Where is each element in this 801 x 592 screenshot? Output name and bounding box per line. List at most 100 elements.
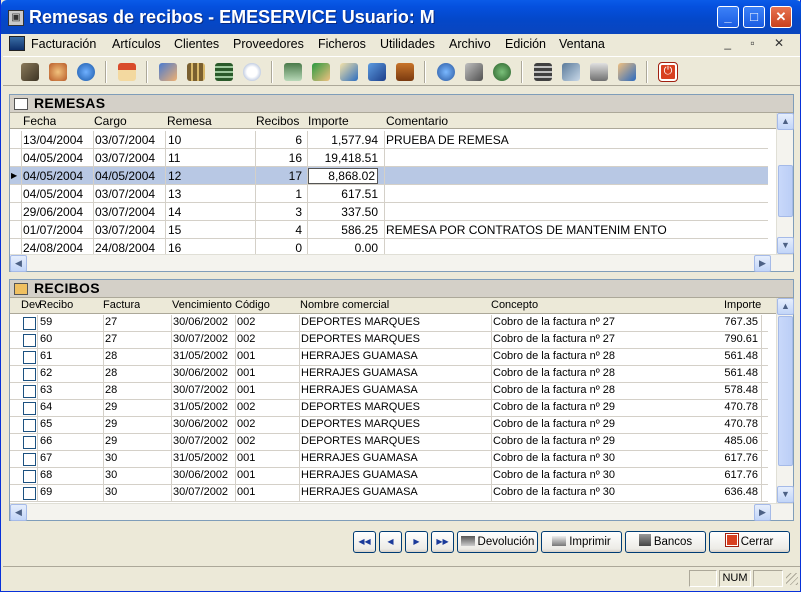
cell-cargo[interactable]: 03/07/2004 — [95, 223, 161, 237]
menu-ventana[interactable]: Ventana — [559, 37, 605, 51]
cell-recibo[interactable]: 61 — [40, 350, 96, 362]
cell-recibo[interactable]: 64 — [40, 401, 96, 413]
cell-concepto[interactable]: Cobro de la factura nº 29 — [493, 435, 719, 447]
devolucion-button[interactable]: Devolución — [457, 531, 538, 553]
cell-concepto[interactable]: Cobro de la factura nº 28 — [493, 384, 719, 396]
cell-concepto[interactable]: Cobro de la factura nº 30 — [493, 469, 719, 481]
printer-globe-icon[interactable] — [490, 60, 514, 84]
cell-recibo[interactable]: 67 — [40, 452, 96, 464]
cell-factura[interactable]: 29 — [105, 418, 167, 430]
cell-fecha[interactable]: 29/06/2004 — [23, 205, 87, 219]
cell-venc[interactable]: 31/05/2002 — [173, 452, 229, 464]
dev-checkbox[interactable] — [23, 470, 36, 483]
remesas-hscroll[interactable]: ◀ ▶ — [10, 254, 793, 272]
cell-importe[interactable]: 561.48 — [700, 367, 758, 379]
dev-checkbox[interactable] — [23, 487, 36, 500]
cell-comentario[interactable]: PRUEBA DE REMESA — [386, 133, 762, 147]
table-row[interactable]: 68 30 30/06/2002 001 HERRAJES GUAMASA Cobro d… — [10, 468, 768, 485]
col-concepto[interactable]: Concepto — [491, 299, 538, 311]
cerrar-button[interactable]: Cerrar — [709, 531, 790, 553]
cell-recibo[interactable]: 69 — [40, 486, 96, 498]
cell-factura[interactable]: 27 — [105, 316, 167, 328]
col-factura[interactable]: Factura — [103, 299, 140, 311]
table-row[interactable]: 24/08/2004 24/08/2004 16 0 0.00 — [10, 239, 768, 255]
cell-codigo[interactable]: 001 — [237, 452, 293, 464]
cell-factura[interactable]: 28 — [105, 384, 167, 396]
dev-checkbox[interactable] — [23, 453, 36, 466]
col-remesa[interactable]: Remesa — [167, 114, 212, 128]
cell-concepto[interactable]: Cobro de la factura nº 28 — [493, 350, 719, 362]
cell-recibo[interactable]: 63 — [40, 384, 96, 396]
cell-recibo[interactable]: 62 — [40, 367, 96, 379]
cell-codigo[interactable]: 002 — [237, 435, 293, 447]
people-icon[interactable] — [156, 60, 180, 84]
dev-checkbox[interactable] — [23, 419, 36, 432]
cell-importe[interactable]: 19,418.51 — [308, 151, 378, 165]
cell-recibo[interactable]: 59 — [40, 316, 96, 328]
cell-importe[interactable]: 1,577.94 — [308, 133, 378, 147]
recibos-grid[interactable]: 59 27 30/06/2002 002 DEPORTES MARQUES Cobro d… — [10, 315, 776, 503]
first-record-button[interactable]: ◀◀ — [353, 531, 376, 553]
cell-fecha[interactable]: 04/05/2004 — [23, 169, 87, 183]
cell-codigo[interactable]: 002 — [237, 418, 293, 430]
cell-concepto[interactable]: Cobro de la factura nº 30 — [493, 486, 719, 498]
calculator-icon[interactable] — [212, 60, 236, 84]
dev-checkbox[interactable] — [23, 385, 36, 398]
print-preview-icon[interactable] — [281, 60, 305, 84]
next-record-button[interactable]: ▶ — [405, 531, 428, 553]
cell-codigo[interactable]: 002 — [237, 333, 293, 345]
col-importe[interactable]: Importe — [724, 299, 761, 311]
cell-venc[interactable]: 31/05/2002 — [173, 350, 229, 362]
cell-importe[interactable]: 337.50 — [308, 205, 378, 219]
cell-factura[interactable]: 27 — [105, 333, 167, 345]
cell-nombre[interactable]: DEPORTES MARQUES — [301, 418, 485, 430]
cell-codigo[interactable]: 001 — [237, 350, 293, 362]
close-window-button[interactable]: ✕ — [770, 6, 792, 28]
title-bar[interactable]: ▣ Remesas de recibos - EMESERVICE Usuari… — [1, 0, 801, 34]
cell-nombre[interactable]: DEPORTES MARQUES — [301, 333, 485, 345]
table-row[interactable]: 62 28 30/06/2002 001 HERRAJES GUAMASA Cobro d… — [10, 366, 768, 383]
globe2-icon[interactable] — [434, 60, 458, 84]
cell-importe[interactable]: 0.00 — [308, 241, 378, 255]
cell-codigo[interactable]: 001 — [237, 384, 293, 396]
menu-edicion[interactable]: Edición — [505, 37, 546, 51]
table-row[interactable]: ▶ 04/05/2004 04/05/2004 12 17 8,868.02 — [10, 167, 768, 185]
cell-recibo[interactable]: 66 — [40, 435, 96, 447]
home-icon[interactable] — [115, 60, 139, 84]
scroll-down-icon[interactable]: ▼ — [777, 237, 794, 254]
cell-nombre[interactable]: DEPORTES MARQUES — [301, 435, 485, 447]
col-nombre[interactable]: Nombre comercial — [300, 299, 389, 311]
briefcase-icon[interactable] — [393, 60, 417, 84]
globe-icon[interactable] — [74, 60, 98, 84]
box-icon[interactable] — [462, 60, 486, 84]
people-globe-icon[interactable] — [46, 60, 70, 84]
cell-venc[interactable]: 30/07/2002 — [173, 384, 229, 396]
col-dev[interactable]: Dev — [21, 299, 41, 311]
cell-nombre[interactable]: HERRAJES GUAMASA — [301, 350, 485, 362]
table-row[interactable]: 66 29 30/07/2002 002 DEPORTES MARQUES Cobro d… — [10, 434, 768, 451]
cell-recibo[interactable]: 65 — [40, 418, 96, 430]
cell-recibos[interactable]: 4 — [256, 223, 302, 237]
menu-ficheros[interactable]: Ficheros — [318, 37, 366, 51]
col-recibos[interactable]: Recibos — [256, 114, 299, 128]
cell-nombre[interactable]: HERRAJES GUAMASA — [301, 486, 485, 498]
cell-importe[interactable]: 636.48 — [700, 486, 758, 498]
cell-cargo[interactable]: 24/08/2004 — [95, 241, 161, 255]
remesas-vscroll[interactable]: ▲ ▼ — [776, 113, 794, 254]
scroll-left-icon[interactable]: ◀ — [10, 255, 27, 272]
notebook-icon[interactable] — [559, 60, 583, 84]
cell-venc[interactable]: 30/07/2002 — [173, 435, 229, 447]
cell-factura[interactable]: 29 — [105, 401, 167, 413]
cell-nombre[interactable]: DEPORTES MARQUES — [301, 316, 485, 328]
cell-importe[interactable]: 470.78 — [700, 418, 758, 430]
dev-checkbox[interactable] — [23, 334, 36, 347]
resize-grip-icon[interactable] — [786, 573, 798, 585]
cell-comentario[interactable]: REMESA POR CONTRATOS DE MANTENIM ENTO — [386, 223, 762, 237]
cell-concepto[interactable]: Cobro de la factura nº 30 — [493, 452, 719, 464]
table-row[interactable]: 64 29 31/05/2002 002 DEPORTES MARQUES Cobro d… — [10, 400, 768, 417]
cell-remesa[interactable]: 16 — [168, 241, 250, 255]
scroll-down-icon[interactable]: ▼ — [777, 486, 794, 503]
user-card-icon[interactable] — [615, 60, 639, 84]
cell-fecha[interactable]: 01/07/2004 — [23, 223, 87, 237]
table-row[interactable]: 69 30 30/07/2002 001 HERRAJES GUAMASA Cobro d… — [10, 485, 768, 502]
